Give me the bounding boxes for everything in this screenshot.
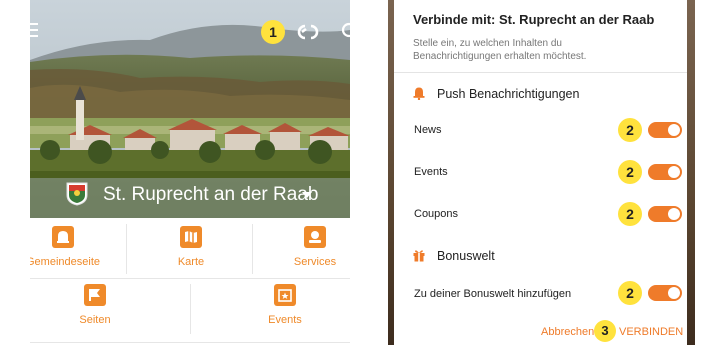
toggle-news[interactable]	[648, 122, 682, 138]
tile-gemeindeseite[interactable]: Gemeindeseite	[30, 226, 108, 268]
tile-label: Seiten	[79, 314, 111, 326]
tile-label: Karte	[177, 256, 205, 268]
chevron-down-icon[interactable]	[302, 192, 312, 198]
toggle-events[interactable]	[648, 164, 682, 180]
top-toolbar: 1	[30, 14, 350, 50]
town-hero-image: 1 St. Ruprecht an der Raab	[30, 0, 350, 218]
services-icon	[304, 226, 326, 248]
divider	[394, 72, 687, 73]
toggle-coupons[interactable]	[648, 206, 682, 222]
tile-label: Gemeindeseite	[30, 256, 100, 268]
tile-label: Events	[268, 314, 302, 326]
feature-grid: Gemeindeseite Karte Services Seiten Even…	[30, 218, 350, 345]
tile-karte[interactable]: Karte	[146, 226, 236, 268]
section-title: Bonuswelt	[437, 249, 495, 263]
annotation-badge-2: 2	[618, 202, 642, 226]
tile-seiten[interactable]: Seiten	[50, 284, 140, 326]
town-name: St. Ruprecht an der Raab	[103, 184, 319, 205]
setting-label-news: News	[414, 124, 442, 136]
push-section-heading: Push Benachrichtigungen	[413, 86, 579, 101]
link-icon[interactable]	[294, 22, 322, 42]
bell-icon	[413, 87, 425, 100]
search-icon[interactable]	[341, 22, 350, 40]
flag-icon	[84, 284, 106, 306]
left-app-screen: 1 St. Ruprecht an der Raab Gemeindeseite…	[30, 0, 350, 345]
tile-events[interactable]: Events	[240, 284, 330, 326]
section-title: Push Benachrichtigungen	[437, 87, 580, 101]
background-scrim	[687, 0, 695, 345]
connect-button[interactable]: VERBINDEN	[619, 326, 683, 338]
gift-icon	[413, 250, 425, 262]
menu-icon[interactable]	[30, 23, 38, 39]
map-icon	[180, 226, 202, 248]
connect-dialog: Verbinde mit: St. Ruprecht an der Raab S…	[394, 0, 687, 345]
town-crest-icon	[66, 182, 88, 206]
town-selector[interactable]: St. Ruprecht an der Raab	[30, 171, 350, 218]
tile-services[interactable]: Services	[270, 226, 350, 268]
bell-icon	[52, 226, 74, 248]
dialog-actions: Abbrechen 3 VERBINDEN	[394, 320, 687, 342]
dialog-title: Verbinde mit: St. Ruprecht an der Raab	[413, 12, 655, 27]
tile-label: Services	[293, 256, 337, 268]
calendar-star-icon	[274, 284, 296, 306]
cancel-button[interactable]: Abbrechen	[541, 326, 594, 338]
annotation-badge-3: 3	[594, 320, 616, 342]
annotation-badge-2: 2	[618, 160, 642, 184]
bonus-section-heading: Bonuswelt	[413, 248, 495, 263]
setting-label-bonuswelt: Zu deiner Bonuswelt hinzufügen	[414, 288, 572, 300]
annotation-badge-2: 2	[618, 118, 642, 142]
setting-label-events: Events	[414, 166, 448, 178]
setting-label-coupons: Coupons	[414, 208, 459, 220]
annotation-badge-2: 2	[618, 281, 642, 305]
dialog-subtitle: Stelle ein, zu welchen Inhalten du Benac…	[413, 38, 587, 62]
toggle-bonuswelt[interactable]	[648, 285, 682, 301]
annotation-badge-1: 1	[261, 20, 285, 44]
